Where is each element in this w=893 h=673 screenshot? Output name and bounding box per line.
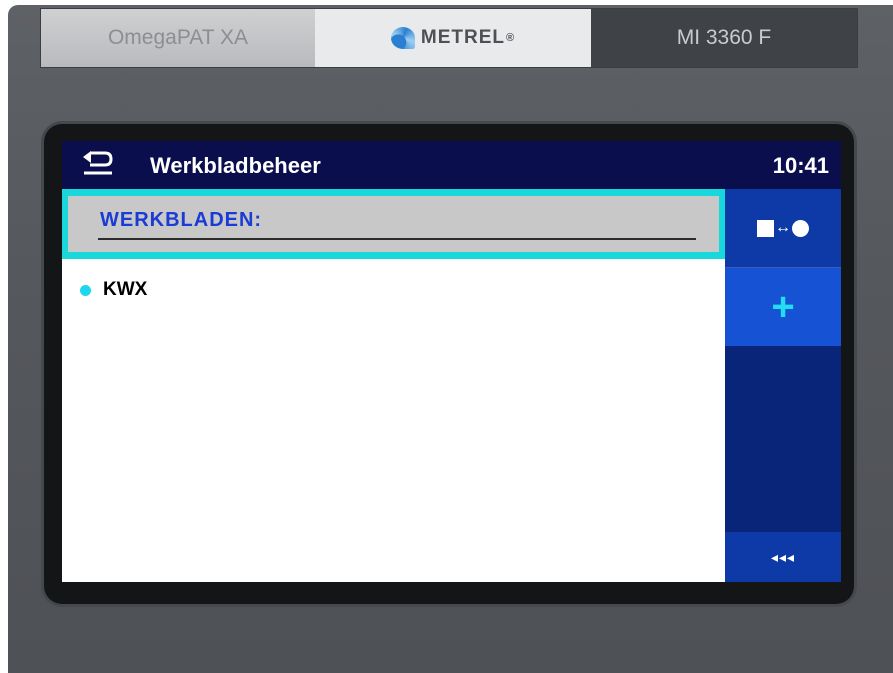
square-arrow-circle-icon: ↔ (757, 219, 809, 237)
toggle-view-button[interactable]: ↔ (725, 189, 841, 268)
device-model-label: MI 3360 F (591, 9, 857, 67)
display-screen: Werkbladbeheer 10:41 WERKBLADEN: KWX ↔ +… (62, 141, 841, 582)
add-button[interactable]: + (725, 268, 841, 346)
brand-logo: METREL ® (315, 9, 591, 67)
clock-time: 10:41 (772, 153, 829, 178)
list-header-box: WERKBLADEN: (68, 196, 719, 252)
device-product-label: OmegaPAT XA (41, 9, 315, 67)
list-header-label: WERKBLADEN: (100, 209, 263, 231)
triple-triangle-left-icon: ◂◂◂ (770, 548, 796, 565)
sidebar: ↔ + ◂◂◂ (725, 189, 841, 582)
plus-icon: + (771, 285, 795, 329)
title-bar: Werkbladbeheer 10:41 (62, 141, 841, 189)
list-item[interactable]: KWX (80, 279, 147, 301)
back-button[interactable]: ◂◂◂ (725, 532, 841, 582)
metrel-logo-icon (390, 27, 415, 49)
list-header-selected[interactable]: WERKBLADEN: (62, 189, 725, 259)
brand-name: METREL (420, 27, 505, 48)
return-arrow-icon[interactable] (80, 149, 116, 181)
device-label-strip: OmegaPAT XA METREL ® MI 3360 F (40, 8, 858, 68)
list-item-label: KWX (103, 279, 148, 300)
bullet-icon (80, 284, 91, 296)
brand-registered-mark: ® (506, 32, 516, 44)
page-title: Werkbladbeheer (150, 153, 321, 178)
header-underline (98, 238, 696, 240)
